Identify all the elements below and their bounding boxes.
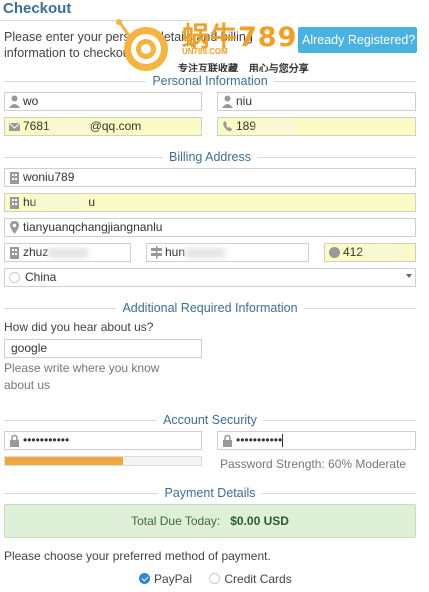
postcode-field[interactable]: 412 — [324, 243, 416, 262]
email-suffix: @qq.com — [89, 119, 142, 133]
lock-icon — [223, 434, 232, 447]
section-title: Payment Details — [158, 484, 262, 502]
already-registered-button[interactable]: Already Registered? — [298, 27, 417, 53]
radio-checked-icon[interactable] — [139, 573, 150, 584]
phone-icon — [223, 121, 232, 132]
globe-icon — [9, 272, 20, 283]
confirm-password-field[interactable]: ••••••••••• — [217, 431, 416, 450]
page-title: Checkout — [3, 0, 72, 17]
company-field[interactable]: woniu789 — [4, 168, 416, 187]
redacted-blur — [256, 121, 297, 132]
password-field[interactable]: ••••••••••• — [4, 431, 202, 450]
phone-field[interactable]: 189 — [217, 117, 416, 136]
password-strength-bar — [4, 456, 202, 466]
total-due-value: $0.00 USD — [230, 514, 289, 528]
user-icon — [9, 95, 20, 108]
building-icon — [10, 172, 19, 184]
country-select[interactable]: China — [4, 268, 416, 287]
section-account-security: Account Security — [4, 411, 416, 429]
signpost-icon — [151, 246, 162, 259]
building-icon — [10, 197, 19, 209]
payment-method-options: PayPal Credit Cards — [139, 572, 306, 586]
total-due-box: Total Due Today: $0.00 USD — [4, 504, 416, 538]
password-strength-label: Password Strength: 60% Moderate — [220, 457, 407, 471]
phone-prefix: 189 — [236, 119, 257, 133]
city-field[interactable]: zhuz — [4, 243, 131, 262]
snail-logo-icon — [116, 19, 168, 71]
payment-method-prompt: Please choose your preferred method of p… — [4, 549, 271, 563]
email-field[interactable]: 7681 @qq.com — [4, 117, 202, 136]
section-title: Personal Information — [146, 72, 274, 90]
payment-option-credit-cards[interactable]: Credit Cards — [209, 572, 292, 586]
envelope-icon — [9, 122, 20, 131]
payment-option-paypal[interactable]: PayPal — [139, 572, 192, 586]
address1-suffix: u — [88, 195, 96, 209]
password-strength-fill — [5, 457, 123, 465]
section-billing-address: Billing Address — [4, 148, 416, 166]
lock-icon — [10, 434, 19, 447]
radio-unchecked-icon[interactable] — [209, 573, 221, 584]
redacted-blur — [36, 197, 89, 208]
address1-prefix: hu — [23, 195, 37, 209]
section-title: Additional Required Information — [116, 299, 304, 317]
watermark-site: UN789.COM — [182, 47, 228, 56]
section-title: Billing Address — [163, 148, 257, 166]
chevron-down-icon — [406, 274, 412, 278]
address1-field[interactable]: hu u — [4, 193, 416, 212]
section-title: Account Security — [157, 411, 263, 429]
state-field[interactable]: hun — [146, 243, 309, 262]
redacted-blur — [363, 247, 404, 258]
last-name-field[interactable]: niu — [217, 92, 416, 111]
text-cursor — [282, 434, 284, 448]
referral-hint: Please write where you know about us — [4, 361, 160, 392]
redacted-blur — [49, 121, 90, 132]
user-icon — [222, 95, 233, 108]
building-icon — [10, 247, 19, 259]
section-payment-details: Payment Details — [4, 484, 416, 502]
map-marker-icon — [10, 221, 19, 234]
total-due-label: Total Due Today: — [131, 514, 221, 528]
first-name-field[interactable]: wo — [4, 92, 202, 111]
section-personal-information: Personal Information — [4, 72, 416, 90]
section-additional-information: Additional Required Information — [4, 299, 416, 317]
address2-field[interactable]: tianyuanqchangjiangnanlu — [4, 218, 416, 237]
referral-question: How did you hear about us? — [4, 320, 154, 334]
redacted-blur — [48, 247, 89, 258]
certificate-icon — [329, 247, 340, 258]
email-prefix: 7681 — [23, 119, 50, 133]
referral-input[interactable]: google — [4, 339, 202, 358]
redacted-blur — [185, 247, 226, 258]
